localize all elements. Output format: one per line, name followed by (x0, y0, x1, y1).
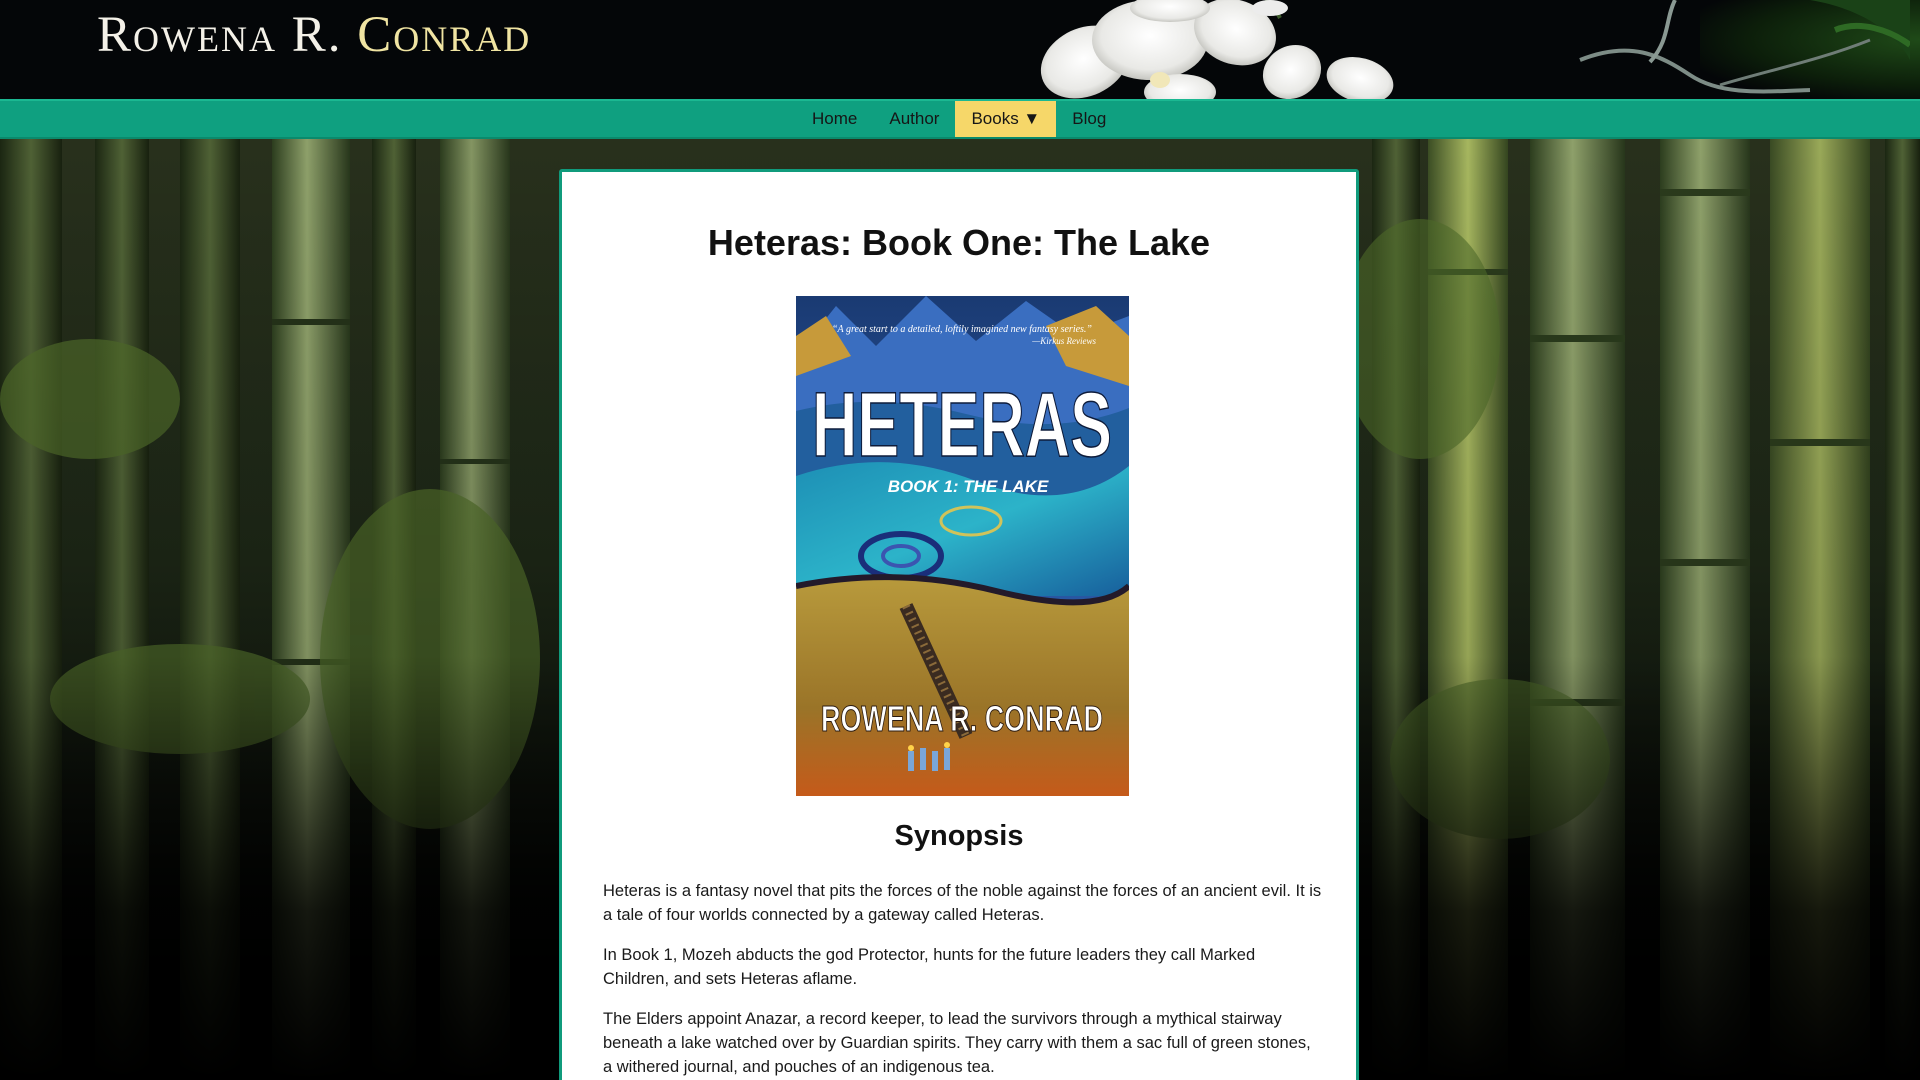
site-header: Rowena R. Conrad (0, 0, 1920, 99)
book-content-card: Heteras: Book One: The Lake “A great sta… (559, 169, 1359, 1080)
nav-books-dropdown[interactable]: Books ▼ (955, 101, 1057, 137)
site-title-last: Conrad (357, 7, 532, 63)
nav-author[interactable]: Author (873, 101, 955, 137)
page-title: Heteras: Book One: The Lake (707, 222, 1211, 263)
synopsis-heading: Synopsis (894, 820, 1024, 852)
site-title-first: Rowena R. (97, 7, 343, 63)
cover-subtitle: BOOK 1: THE LAKE (888, 477, 1049, 496)
cover-quote: “A great start to a detailed, loftily im… (832, 324, 1092, 335)
cover-quote-source: —Kirkus Reviews (1031, 336, 1096, 346)
main-nav: Home Author Books ▼ Blog (0, 99, 1920, 139)
synopsis-paragraph: Heteras is a fantasy novel that pits the… (603, 882, 1322, 924)
synopsis-paragraph: The Elders appoint Anazar, a record keep… (603, 1010, 1311, 1076)
nav-menu: Home Author Books ▼ Blog (796, 101, 1122, 137)
orchid-stem-image (1579, 0, 1910, 94)
synopsis-text: Heteras is a fantasy novel that pits the… (603, 879, 1323, 1080)
nav-home[interactable]: Home (796, 101, 873, 137)
nav-blog[interactable]: Blog (1056, 101, 1122, 137)
orchid-image (1040, 0, 1394, 99)
book-cover-image: “A great start to a detailed, loftily im… (796, 296, 1129, 796)
cover-author: ROWENA R. CONRAD (821, 698, 1103, 739)
site-logo-link[interactable]: Rowena R. Conrad (97, 10, 531, 61)
cover-series-title: HETERAS (812, 374, 1112, 476)
synopsis-paragraph: In Book 1, Mozeh abducts the god Protect… (603, 946, 1256, 988)
